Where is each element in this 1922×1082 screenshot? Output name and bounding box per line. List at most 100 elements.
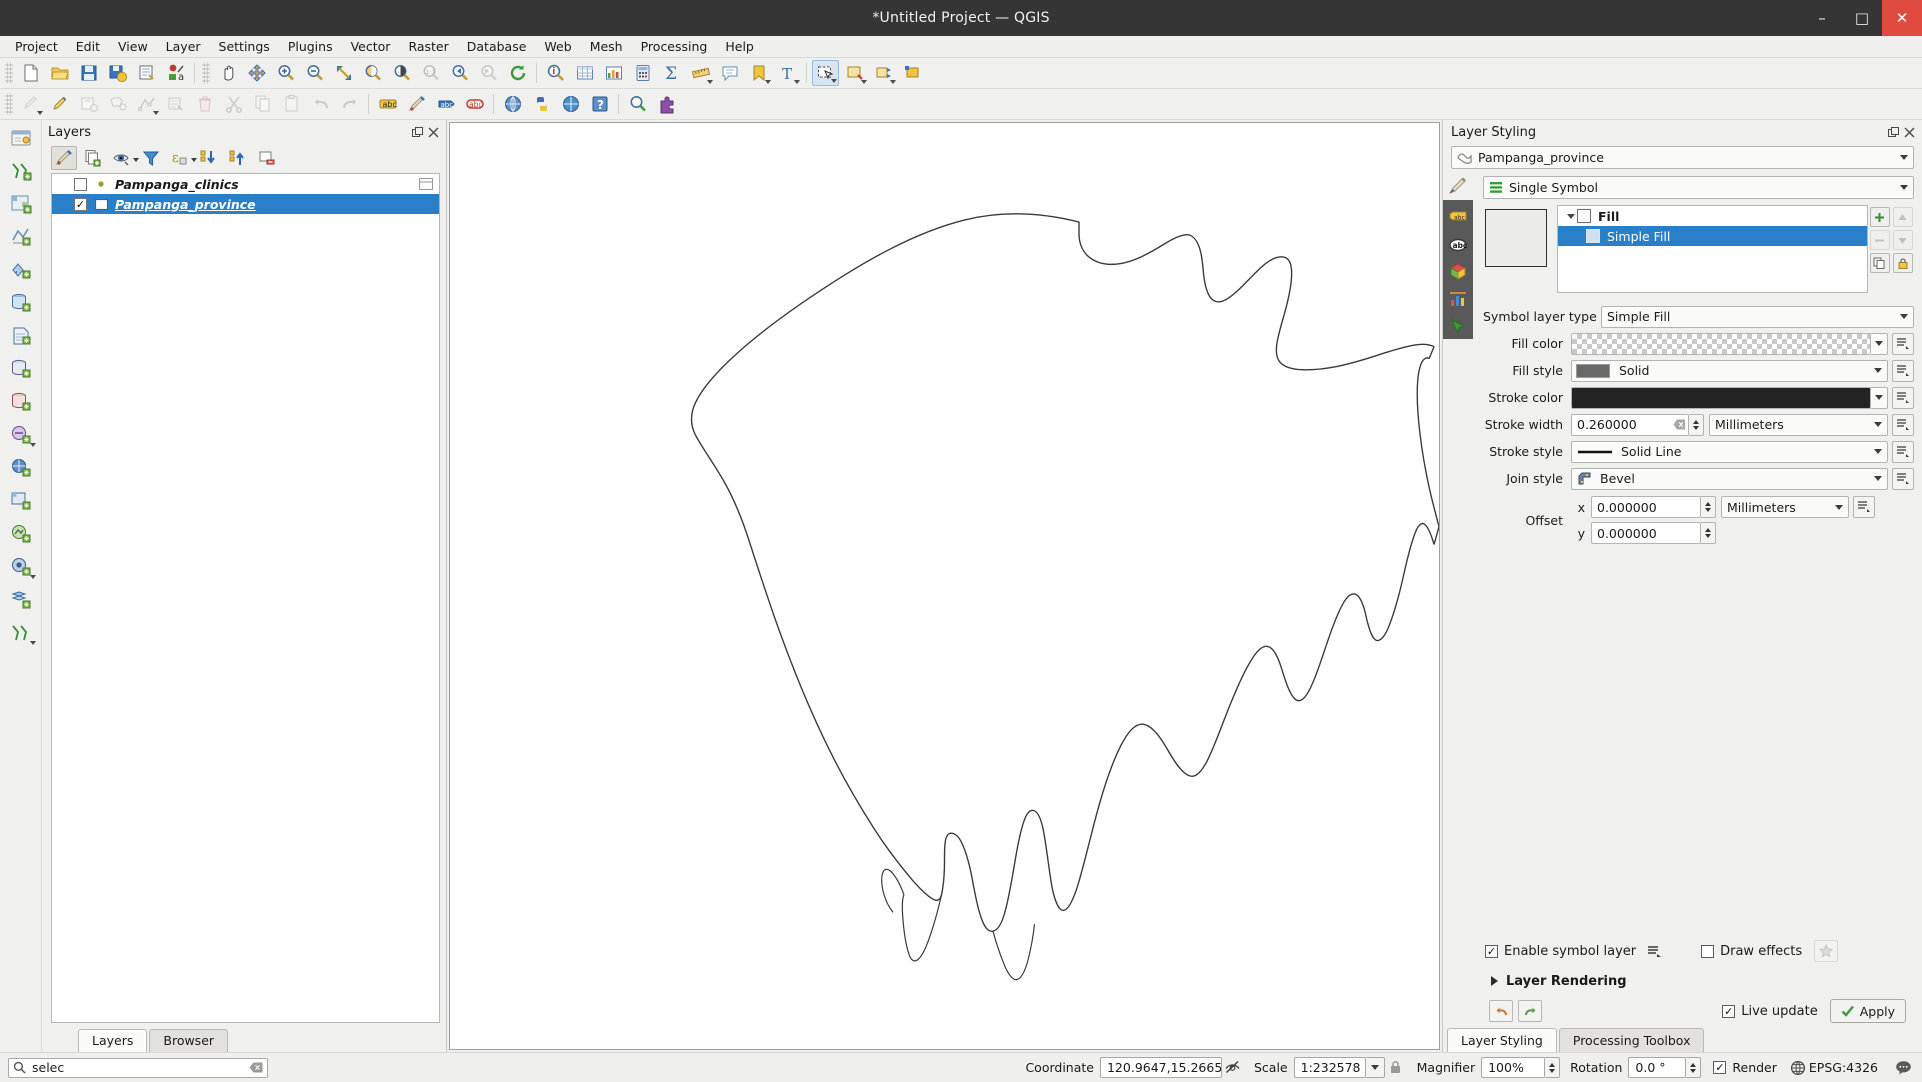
collapse-all-icon[interactable] <box>225 146 251 170</box>
remove-layer-icon[interactable] <box>254 146 280 170</box>
menu-help[interactable]: Help <box>716 37 763 56</box>
add-raster-layer-icon[interactable] <box>6 188 36 220</box>
filter-legend-icon[interactable] <box>138 146 164 170</box>
zoom-next-icon[interactable] <box>475 60 502 86</box>
enable-symbol-layer-checkbox[interactable]: ✓ <box>1485 944 1498 958</box>
select-value-icon[interactable] <box>870 60 897 86</box>
menu-edit[interactable]: Edit <box>67 37 109 56</box>
chevron-down-icon[interactable] <box>1830 504 1848 510</box>
layer-rendering-section[interactable]: Layer Rendering <box>1485 966 1906 996</box>
rotation-field[interactable]: 0.0 ° <box>1628 1057 1687 1078</box>
clear-icon[interactable] <box>249 1062 263 1073</box>
move-down-icon[interactable] <box>1892 230 1913 250</box>
chevron-down-icon[interactable] <box>153 111 159 115</box>
add-arcgis-mapserver-layer-icon[interactable] <box>6 551 36 583</box>
offset-unit-combo[interactable]: Millimeters <box>1721 496 1849 518</box>
menu-layer[interactable]: Layer <box>157 37 210 56</box>
python-console-icon[interactable] <box>528 91 555 117</box>
offset-x-stepper[interactable] <box>1701 496 1716 518</box>
chevron-down-icon[interactable] <box>707 80 713 84</box>
stroke-color-swatch[interactable] <box>1571 386 1871 409</box>
add-wcs-layer-icon[interactable] <box>6 485 36 517</box>
expand-triangle-icon[interactable] <box>1491 976 1498 986</box>
identify-features-icon[interactable]: i <box>542 60 569 86</box>
float-panel-icon[interactable] <box>411 126 424 139</box>
help-icon[interactable]: ? <box>586 91 613 117</box>
new-spatial-bookmark-icon[interactable] <box>899 60 926 86</box>
fill-style-combo[interactable]: Solid <box>1571 359 1888 382</box>
offset-data-defined-icon[interactable] <box>1853 496 1875 518</box>
chevron-down-icon[interactable] <box>861 80 867 84</box>
chevron-down-icon[interactable] <box>794 80 800 84</box>
vertex-tool-icon[interactable] <box>133 91 160 117</box>
labels-icon[interactable]: abc <box>1445 204 1471 231</box>
layer-row-pampanga-clinics[interactable]: Pampanga_clinics <box>52 174 439 194</box>
menu-project[interactable]: Project <box>6 37 67 56</box>
add-group-icon[interactable] <box>80 146 106 170</box>
symbol-tree-row-simple-fill[interactable]: Simple Fill <box>1558 226 1867 246</box>
measure-line-icon[interactable] <box>687 60 714 86</box>
render-checkbox[interactable]: ✓ <box>1713 1061 1727 1074</box>
new-shapefile-layer-icon[interactable] <box>6 617 36 649</box>
join-style-combo[interactable]: Bevel <box>1571 467 1888 490</box>
locator-icon[interactable] <box>624 91 651 117</box>
lock-icon[interactable] <box>1892 253 1913 273</box>
toolbar-grip[interactable] <box>5 62 13 84</box>
save-project-icon[interactable] <box>75 60 102 86</box>
chevron-down-icon[interactable] <box>1895 314 1913 319</box>
clear-icon[interactable] <box>1670 419 1688 430</box>
fill-color-swatch[interactable] <box>1571 332 1871 355</box>
open-data-source-manager-icon[interactable] <box>6 122 36 154</box>
label-icon[interactable]: abc <box>374 91 401 117</box>
pan-to-selection-icon[interactable] <box>243 60 270 86</box>
chevron-down-icon[interactable] <box>890 80 896 84</box>
stroke-width-data-defined-icon[interactable] <box>1892 413 1914 436</box>
add-db2-layer-icon[interactable] <box>6 419 36 451</box>
crs-label[interactable]: EPSG:4326 <box>1809 1060 1878 1075</box>
tab-browser[interactable]: Browser <box>149 1029 229 1052</box>
scale-field[interactable]: 1:232578 <box>1293 1057 1366 1078</box>
offset-x-input[interactable]: 0.000000 <box>1591 496 1701 518</box>
map-globe-icon[interactable] <box>499 91 526 117</box>
remove-symbol-layer-icon[interactable] <box>1869 230 1890 250</box>
chevron-down-icon[interactable] <box>1869 368 1887 373</box>
layer-row-pampanga-province[interactable]: ✓ Pampanga_province <box>52 194 439 214</box>
symbol-layer-tree[interactable]: Fill Simple Fill <box>1557 205 1868 293</box>
renderer-selector-combo[interactable]: Single Symbol <box>1483 176 1914 199</box>
current-edits-icon[interactable] <box>17 91 44 117</box>
new-bookmark-icon[interactable] <box>745 60 772 86</box>
add-mesh-layer-icon[interactable] <box>6 221 36 253</box>
chevron-down-icon[interactable] <box>29 641 36 645</box>
add-spatialite-layer-icon[interactable] <box>6 320 36 352</box>
text-annotation-icon[interactable]: T <box>774 60 801 86</box>
chevron-down-icon[interactable] <box>1895 155 1913 160</box>
redo-arrow-icon[interactable] <box>1518 1000 1542 1022</box>
close-panel-icon[interactable] <box>1903 126 1916 139</box>
map-canvas[interactable] <box>449 122 1440 1050</box>
masks-icon[interactable]: abc <box>1445 231 1471 258</box>
stroke-style-data-defined-icon[interactable] <box>1892 440 1914 463</box>
add-delimited-text-layer-icon[interactable]: , <box>6 254 36 286</box>
zoom-to-selection-icon[interactable] <box>359 60 386 86</box>
symbol-tree-row-fill[interactable]: Fill <box>1558 206 1867 226</box>
layer-selector-combo[interactable]: Pampanga_province <box>1451 146 1914 169</box>
diagrams-icon[interactable] <box>1445 285 1471 312</box>
map-tips-icon[interactable] <box>716 60 743 86</box>
add-postgis-layer-icon[interactable] <box>6 287 36 319</box>
add-vector-layer-icon[interactable] <box>6 155 36 187</box>
scale-dropdown-icon[interactable] <box>1365 1057 1385 1078</box>
toolbar-grip[interactable] <box>5 93 13 115</box>
style-manager-icon[interactable]: a <box>162 60 189 86</box>
layer-visibility-checkbox[interactable]: ✓ <box>74 197 87 211</box>
tab-layer-styling[interactable]: Layer Styling <box>1447 1028 1557 1052</box>
zoom-out-icon[interactable] <box>301 60 328 86</box>
modify-attributes-icon[interactable] <box>162 91 189 117</box>
globe-icon[interactable] <box>1787 1060 1809 1076</box>
menu-database[interactable]: Database <box>458 37 536 56</box>
expand-triangle-icon[interactable] <box>1564 213 1577 219</box>
magnifier-field[interactable]: 100% <box>1481 1057 1546 1078</box>
actions-icon[interactable] <box>1445 312 1471 339</box>
duplicate-icon[interactable] <box>1869 253 1890 273</box>
fill-color-data-defined-icon[interactable] <box>1892 332 1914 355</box>
stroke-style-combo[interactable]: Solid Line <box>1571 440 1888 463</box>
